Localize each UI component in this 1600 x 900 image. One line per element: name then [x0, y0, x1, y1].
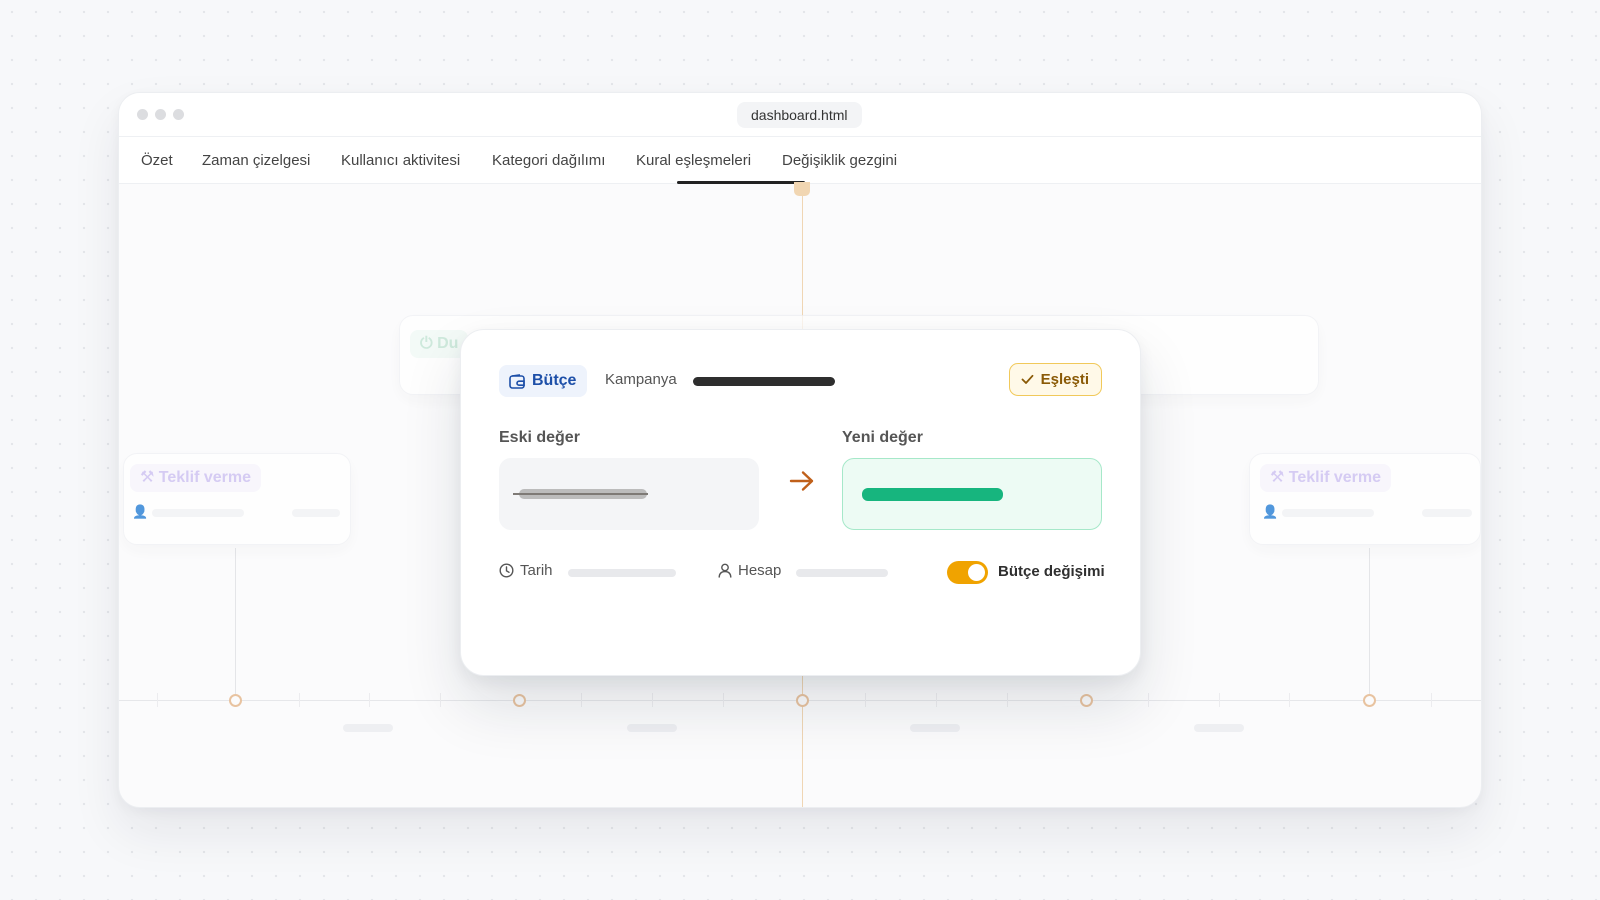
- timeline-connector: [235, 548, 236, 698]
- timeline-connector: [1369, 548, 1370, 698]
- tab-kategori-dagilimi[interactable]: Kategori dağılımı: [492, 152, 605, 169]
- title-bar: dashboard.html: [119, 93, 1481, 137]
- axis-tick: [1219, 693, 1220, 707]
- old-value-label: Eski değer: [499, 429, 580, 446]
- toggle-knob: [968, 564, 985, 581]
- timeline-node[interactable]: [796, 694, 809, 707]
- maximize-dot[interactable]: [173, 109, 184, 120]
- tab-ozet[interactable]: Özet: [141, 152, 173, 169]
- event-chip-label: Du: [437, 335, 459, 352]
- axis-label-placeholder: [1194, 724, 1244, 732]
- timeline-node[interactable]: [513, 694, 526, 707]
- event-chip-label: Teklif verme: [1288, 469, 1381, 486]
- timeline-node[interactable]: [229, 694, 242, 707]
- event-card-left[interactable]: ⚒ Teklif verme 👤: [123, 453, 351, 545]
- axis-tick: [652, 693, 653, 707]
- arrow-right-icon: [789, 471, 814, 491]
- axis-tick: [1148, 693, 1149, 707]
- category-chip[interactable]: Bütçe: [499, 365, 588, 397]
- axis-tick: [1431, 693, 1432, 707]
- url-pill: dashboard.html: [737, 102, 862, 128]
- date-meta: Tarih: [499, 562, 553, 579]
- user-icon: 👤: [132, 504, 149, 519]
- axis-tick: [369, 693, 370, 707]
- new-value-label: Yeni değer: [842, 429, 923, 446]
- category-label: Bütçe: [532, 372, 577, 389]
- status-badge-label: Eşleşti: [1040, 371, 1089, 388]
- minimize-dot[interactable]: [155, 109, 166, 120]
- strikethrough: [513, 493, 648, 495]
- tab-bar: Özet Zaman çizelgesi Kullanıcı aktivites…: [119, 137, 1481, 184]
- axis-tick: [299, 693, 300, 707]
- change-detail-card[interactable]: Bütçe Kampanya Eşleşti Eski değer Yeni d…: [460, 329, 1141, 676]
- axis-tick: [440, 693, 441, 707]
- account-label: Hesap: [738, 562, 782, 579]
- date-value-redacted: [568, 569, 676, 577]
- budget-change-toggle[interactable]: [947, 561, 988, 584]
- placeholder-bar: [1282, 509, 1374, 517]
- gavel-icon: ⚒: [1270, 469, 1285, 486]
- old-value-box: [499, 458, 759, 530]
- event-chip: ⚒ Teklif verme: [1260, 464, 1391, 492]
- axis-tick: [723, 693, 724, 707]
- placeholder-bar: [292, 509, 340, 517]
- tab-zaman-cizelgesi[interactable]: Zaman çizelgesi: [202, 152, 310, 169]
- tab-kullanici-aktivitesi[interactable]: Kullanıcı aktivitesi: [341, 152, 460, 169]
- axis-tick: [157, 693, 158, 707]
- placeholder-bar: [152, 509, 244, 517]
- user-icon: 👤: [1262, 504, 1279, 519]
- axis-tick: [936, 693, 937, 707]
- campaign-name-redacted: [693, 377, 835, 386]
- axis-tick: [581, 693, 582, 707]
- active-tab-indicator: [677, 181, 805, 184]
- status-badge: Eşleşti: [1008, 363, 1102, 396]
- new-value-box: [842, 458, 1102, 530]
- tab-degisiklik-gezgini[interactable]: Değişiklik gezgini: [782, 152, 897, 169]
- axis-tick: [1289, 693, 1290, 707]
- axis-label-placeholder: [627, 724, 677, 732]
- axis-label-placeholder: [343, 724, 393, 732]
- entity-label: Kampanya: [605, 371, 677, 388]
- wallet-icon: [509, 373, 525, 389]
- axis-label-placeholder: [910, 724, 960, 732]
- new-value-redacted: [862, 488, 1003, 501]
- event-chip: ⚒ Teklif verme: [130, 464, 261, 492]
- user-icon: [718, 563, 732, 578]
- axis-tick: [865, 693, 866, 707]
- account-meta: Hesap: [718, 562, 781, 579]
- timeline-node[interactable]: [1080, 694, 1093, 707]
- clock-icon: [499, 563, 514, 578]
- event-card-right[interactable]: ⚒ Teklif verme 👤: [1249, 453, 1481, 545]
- toggle-label: Bütçe değişimi: [998, 563, 1105, 580]
- tab-kural-eslesmeleri[interactable]: Kural eşleşmeleri: [636, 152, 751, 169]
- check-icon: [1021, 374, 1034, 384]
- window-controls: [137, 109, 184, 120]
- close-dot[interactable]: [137, 109, 148, 120]
- date-label: Tarih: [520, 562, 553, 579]
- placeholder-bar: [1422, 509, 1472, 517]
- power-icon: ⏻: [420, 335, 433, 352]
- axis-tick: [1007, 693, 1008, 707]
- gavel-icon: ⚒: [140, 469, 155, 486]
- timeline-node[interactable]: [1363, 694, 1376, 707]
- account-value-redacted: [796, 569, 888, 577]
- event-chip-label: Teklif verme: [158, 469, 251, 486]
